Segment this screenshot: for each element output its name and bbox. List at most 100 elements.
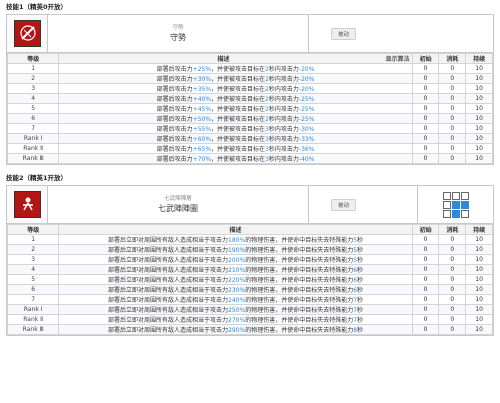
sp-init-cell: 0 [411,133,440,144]
desc-text: 的物理伤害，并使命中目标失去特殊能力 [245,267,354,274]
range-cell [451,191,460,200]
range-cell-active [460,200,469,209]
desc-text: 部署后攻击力 [156,86,193,93]
table-row: Rank Ⅱ 部署后立即对周围所有敌人造成相当于攻击力270%的物理伤害，并使命中… [6,314,493,325]
sp-init-cell: 0 [411,143,440,154]
sp-cost-cell: 0 [438,133,467,144]
desc-text: ，并使被攻击目标在 [211,146,266,153]
sp-init-cell: 0 [411,93,440,104]
level-cell: 5 [6,274,60,285]
level-cell: 2 [6,73,60,84]
value-highlight: -36% [298,146,315,153]
value-highlight: +50% [192,116,212,123]
desc-text: 的物理伤害，并使命中目标失去特殊能力 [245,327,354,334]
desc-text: 秒内攻击力 [268,126,299,133]
desc-cell: 部署后攻击力+45%，并使被攻击目标在2秒内攻击力-25% [58,103,413,114]
value-highlight: -30% [298,126,315,133]
value-highlight: -20% [298,66,315,73]
col-duration: 持续 [465,53,493,64]
desc-text: 秒内攻击力 [268,116,299,123]
sp-init-cell: 0 [411,254,440,265]
skill2-header: 七武陣陣層 七武陣陣圖 被动 [7,186,493,224]
sp-init-cell: 0 [411,244,440,255]
desc-text: ，并使被攻击目标在 [211,116,266,123]
desc-text: 秒 [357,277,364,284]
desc-text: 秒 [357,237,364,244]
skill2-block: 七武陣陣層 七武陣陣圖 被动 等级 描述 初始 消耗 持续 1 部署后立即对周围所… [6,185,494,336]
sp-cost-cell: 0 [438,143,467,154]
range-cell [442,191,451,200]
level-cell: 6 [6,284,60,295]
skill2-name-cell: 七武陣陣層 七武陣陣圖 [48,186,309,223]
table-row: 7 部署后立即对周围所有敌人造成相当于攻击力240%的物理伤害，并使命中目标失去特… [6,294,493,305]
show-formula-toggle[interactable]: 显示算法 [386,55,410,63]
value-highlight: 240% [228,297,246,304]
desc-cell: 部署后立即对周围所有敌人造成相当于攻击力190%的物理伤害，并使命中目标失去特殊… [58,244,413,255]
level-cell: 3 [6,83,60,94]
level-cell: Rank Ⅰ [6,133,60,144]
skill2-name-sub: 七武陣陣層 [164,195,192,202]
desc-text: 秒 [357,297,364,304]
sp-cost-cell: 0 [438,264,467,275]
sp-cost-cell: 0 [438,304,467,315]
value-highlight: -25% [298,116,315,123]
desc-text: ，并使被攻击目标在 [211,106,266,113]
table-row: 7 部署后攻击力+55%，并使被攻击目标在3秒内攻击力-30% 0 0 10 [6,123,493,134]
sp-init-cell: 0 [411,314,440,325]
desc-cell: 部署后攻击力+60%，并使被攻击目标在3秒内攻击力-33% [58,133,413,144]
value-highlight: +35% [192,86,212,93]
desc-text: 部署后攻击力 [156,106,193,113]
sp-cost-cell: 0 [438,314,467,325]
desc-cell: 部署后攻击力+55%，并使被攻击目标在3秒内攻击力-30% [58,123,413,134]
sp-init-cell: 0 [411,324,440,335]
sp-cost-cell: 0 [438,153,467,164]
duration-cell: 10 [465,123,493,134]
skill2-type-badge: 被动 [331,198,357,211]
desc-text: 秒内攻击力 [268,66,299,73]
warrior-charge-icon [13,191,41,218]
desc-text: ，并使被攻击目标在 [211,96,266,103]
desc-text: 秒 [357,307,364,314]
desc-text: 秒 [357,327,364,334]
sp-init-cell: 0 [411,123,440,134]
level-cell: Rank Ⅰ [6,304,60,315]
range-cell-active [451,200,460,209]
desc-cell: 部署后立即对周围所有敌人造成相当于攻击力180%的物理伤害，并使命中目标失去特殊… [58,234,413,245]
duration-cell: 10 [465,254,493,265]
duration-cell: 10 [465,244,493,255]
desc-text: 秒内攻击力 [268,146,299,153]
value-highlight: +25% [192,66,212,73]
table-row: 4 部署后立即对周围所有敌人造成相当于攻击力210%的物理伤害，并使命中目标失去特… [6,264,493,275]
duration-cell: 10 [465,83,493,94]
sp-cost-cell: 0 [438,274,467,285]
desc-text: 的物理伤害，并使命中目标失去特殊能力 [245,307,354,314]
sp-init-cell: 0 [411,103,440,114]
desc-cell: 部署后立即对周围所有敌人造成相当于攻击力200%的物理伤害，并使命中目标失去特殊… [58,254,413,265]
desc-text: 部署后攻击力 [156,156,193,163]
desc-text: ，并使被攻击目标在 [211,66,266,73]
desc-text: 秒内攻击力 [268,106,299,113]
table-row: 4 部署后攻击力+40%，并使被攻击目标在2秒内攻击力-25% 0 0 10 [6,93,493,104]
duration-cell: 10 [465,284,493,295]
level-cell: 1 [6,63,60,74]
desc-text: 秒 [357,267,364,274]
col-sp-init: 初始 [411,53,440,64]
desc-text: 部署后立即对周围所有敌人造成相当于攻击力 [108,267,229,274]
sp-cost-cell: 0 [438,93,467,104]
sp-init-cell: 0 [411,83,440,94]
table-row: 2 部署后立即对周围所有敌人造成相当于攻击力190%的物理伤害，并使命中目标失去特… [6,244,493,255]
sp-cost-cell: 0 [438,254,467,265]
value-highlight: -40% [298,156,315,163]
desc-text: 部署后立即对周围所有敌人造成相当于攻击力 [108,237,229,244]
desc-text: 秒 [357,317,364,324]
skill1-name-cell: 守势 守勢 [48,15,309,52]
desc-text: 部署后立即对周围所有敌人造成相当于攻击力 [108,317,229,324]
sp-cost-cell: 0 [438,284,467,295]
duration-cell: 10 [465,274,493,285]
level-cell: 2 [6,244,60,255]
value-highlight: +70% [192,156,212,163]
desc-cell: 部署后立即对周围所有敌人造成相当于攻击力290%的物理伤害，并使命中目标失去特殊… [58,324,413,335]
level-cell: 5 [6,103,60,114]
desc-text: 的物理伤害，并使命中目标失去特殊能力 [245,237,354,244]
range-cell-active [451,209,460,218]
